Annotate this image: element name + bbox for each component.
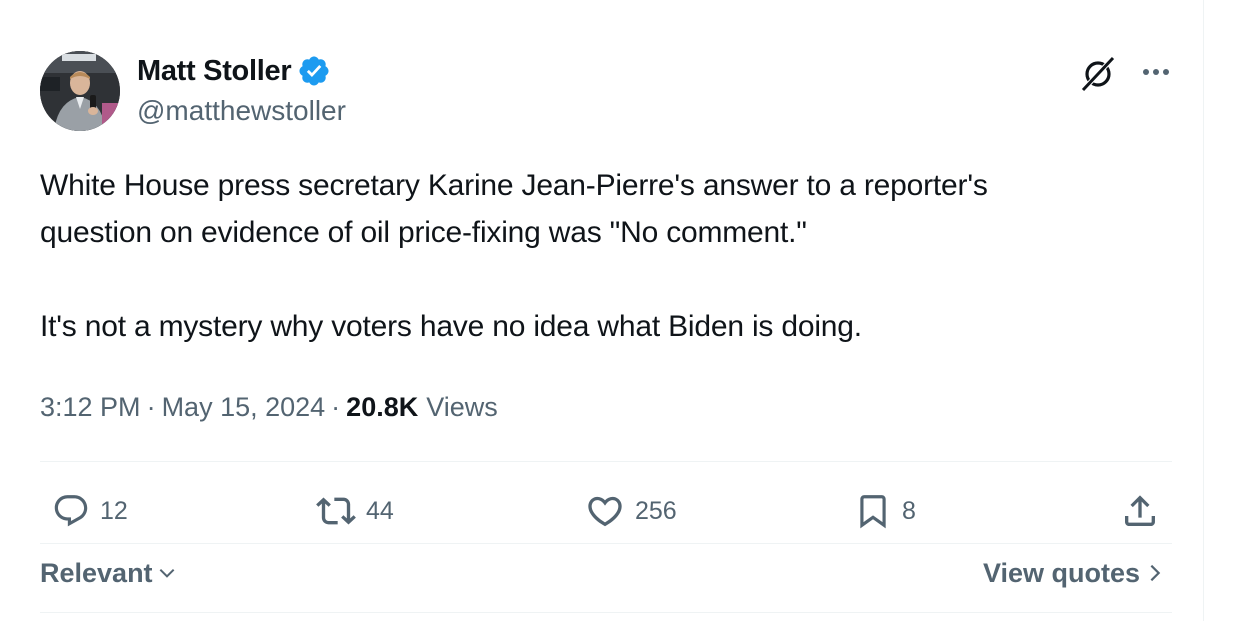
sort-replies-dropdown[interactable]: Relevant	[40, 553, 177, 593]
views-count[interactable]: 20.8K	[346, 392, 418, 423]
divider	[40, 461, 1172, 462]
tweet-text-line: White House press secretary Karine Jean-…	[40, 169, 988, 202]
avatar-photo	[40, 51, 120, 131]
repost-count: 44	[366, 496, 394, 525]
grok-button[interactable]	[1078, 54, 1118, 94]
tweet-text: White House press secretary Karine Jean-…	[40, 162, 1180, 350]
author-name-row[interactable]: Matt Stoller	[137, 53, 331, 89]
avatar[interactable]	[40, 51, 120, 131]
tweet-text-line: question on evidence of oil price-fixing…	[40, 216, 807, 249]
tweet-meta: 3:12 PM · May 15, 2024 · 20.8K Views	[40, 387, 498, 427]
divider	[40, 543, 1172, 544]
author-display-name[interactable]: Matt Stoller	[137, 55, 292, 88]
repost-button[interactable]: 44	[316, 489, 394, 533]
view-quotes-label: View quotes	[983, 557, 1141, 588]
meta-separator: ·	[146, 391, 156, 422]
chevron-right-icon	[1150, 564, 1161, 582]
like-count: 256	[635, 496, 677, 525]
tweet-time[interactable]: 3:12 PM	[40, 392, 141, 423]
sort-label: Relevant	[40, 557, 153, 588]
views-label[interactable]: Views	[426, 392, 498, 423]
like-button[interactable]: 256	[585, 489, 677, 533]
heart-icon	[588, 496, 622, 527]
bookmark-icon	[860, 495, 886, 529]
reply-icon	[54, 495, 88, 527]
bookmark-button[interactable]: 8	[854, 489, 916, 533]
more-options-button[interactable]	[1136, 54, 1176, 90]
verified-badge-icon[interactable]	[297, 54, 331, 88]
view-quotes-link[interactable]: View quotes	[983, 553, 1164, 593]
reply-count: 12	[100, 496, 128, 525]
reply-button[interactable]: 12	[52, 489, 128, 533]
tweet-detail: Matt Stoller @matthewstoller White House…	[0, 0, 1239, 621]
divider	[40, 612, 1172, 613]
share-icon	[1125, 495, 1155, 526]
tweet-date[interactable]: May 15, 2024	[162, 392, 326, 423]
author-handle[interactable]: @matthewstoller	[137, 95, 346, 127]
tweet-text-line: It's not a mystery why voters have no id…	[40, 310, 862, 343]
more-dots-icon	[1143, 69, 1169, 75]
share-button[interactable]	[1120, 489, 1160, 533]
chevron-down-icon	[159, 568, 174, 578]
meta-separator: ·	[331, 391, 341, 422]
bookmark-count: 8	[902, 496, 916, 525]
repost-icon	[316, 497, 356, 525]
grok-icon	[1081, 56, 1115, 92]
column-border	[1203, 0, 1204, 621]
